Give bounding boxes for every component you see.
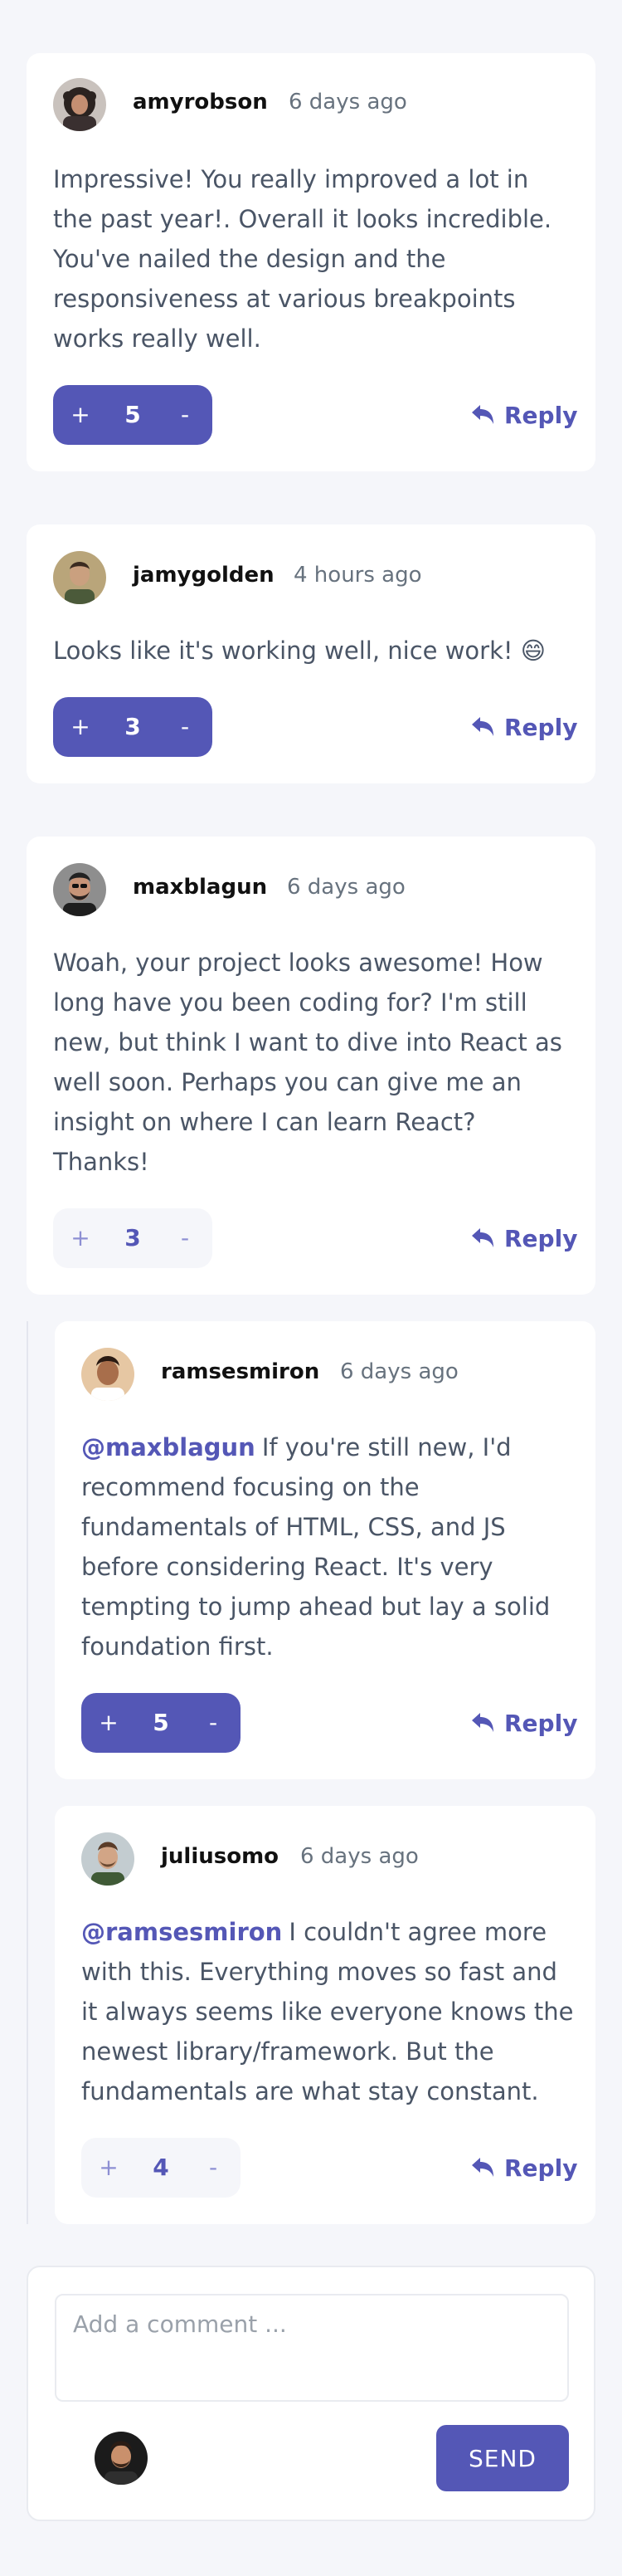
downvote-button[interactable]: - <box>173 697 197 757</box>
avatar-jamygolden <box>53 551 106 604</box>
comment-text: Woah, your project looks awesome! How lo… <box>53 949 562 1176</box>
reply-label: Reply <box>504 1709 578 1737</box>
reply-arrow-icon <box>472 1228 493 1247</box>
comment-input[interactable] <box>55 2294 569 2402</box>
downvote-button[interactable]: - <box>173 1208 197 1268</box>
reply-label: Reply <box>504 713 578 741</box>
avatar-current-user <box>95 2432 148 2485</box>
upvote-button[interactable]: + <box>96 2138 121 2198</box>
avatar-maxblagun <box>53 863 106 916</box>
reply-arrow-icon <box>472 717 493 736</box>
comment-timestamp: 6 days ago <box>300 1844 419 1869</box>
comment-timestamp: 6 days ago <box>287 875 406 900</box>
vote-control: + 4 - <box>81 2138 241 2198</box>
reply-button[interactable]: Reply <box>471 1706 577 1739</box>
comment-timestamp: 6 days ago <box>340 1359 459 1384</box>
avatar-juliusomo <box>81 1832 134 1886</box>
comment-text: @maxblagun If you're still new, I'd recom… <box>81 1427 576 1666</box>
upvote-button[interactable]: + <box>68 697 93 757</box>
comment-username: maxblagun <box>133 875 268 900</box>
reply-card-ramsesmiron: ramsesmiron 6 days ago @maxblagun If you'… <box>55 1321 595 1779</box>
reply-label: Reply <box>504 401 578 429</box>
reply-button[interactable]: Reply <box>471 2151 577 2184</box>
vote-score: 5 <box>124 401 141 428</box>
vote-score: 3 <box>124 1224 141 1251</box>
reply-card-juliusomo: juliusomo 6 days ago @ramsesmiron I could… <box>55 1806 595 2224</box>
reply-button[interactable]: Reply <box>471 1222 577 1255</box>
mention-link[interactable]: @ramsesmiron <box>81 1918 282 1946</box>
upvote-button[interactable]: + <box>68 385 93 445</box>
reply-label: Reply <box>504 1224 578 1252</box>
thread-line <box>27 1321 28 2224</box>
add-comment-form: SEND <box>27 2266 595 2521</box>
comment-card-maxblagun: maxblagun 6 days ago Woah, your project … <box>27 837 595 1295</box>
downvote-button[interactable]: - <box>173 385 197 445</box>
reply-button[interactable]: Reply <box>471 398 577 432</box>
avatar-amyrobson <box>53 78 106 131</box>
send-button[interactable]: SEND <box>436 2425 569 2491</box>
vote-score: 4 <box>153 2154 169 2181</box>
vote-control: + 3 - <box>53 1208 212 1268</box>
comment-timestamp: 4 hours ago <box>294 563 422 588</box>
comment-text: @ramsesmiron I couldn't agree more with t… <box>81 1912 579 2111</box>
reply-arrow-icon <box>472 2158 493 2177</box>
comment-card-amyrobson: amyrobson 6 days ago Impressive! You rea… <box>27 53 595 471</box>
upvote-button[interactable]: + <box>68 1208 93 1268</box>
reply-body: If you're still new, I'd recommend focus… <box>81 1433 551 1661</box>
mention-link[interactable]: @maxblagun <box>81 1433 255 1461</box>
vote-score: 3 <box>124 713 141 740</box>
avatar-ramsesmiron <box>81 1348 134 1401</box>
reply-arrow-icon <box>472 1713 493 1732</box>
comment-timestamp: 6 days ago <box>289 90 407 115</box>
vote-control: + 3 - <box>53 697 212 757</box>
downvote-button[interactable]: - <box>201 1693 226 1753</box>
comment-text: Impressive! You really improved a lot in… <box>53 165 552 353</box>
vote-score: 5 <box>153 1709 169 1736</box>
vote-control: + 5 - <box>53 385 212 445</box>
upvote-button[interactable]: + <box>96 1693 121 1753</box>
comment-username: ramsesmiron <box>161 1359 320 1384</box>
comment-text: Looks like it's working well, nice work!… <box>53 637 546 665</box>
reply-button[interactable]: Reply <box>471 710 577 744</box>
reply-arrow-icon <box>472 405 493 424</box>
downvote-button[interactable]: - <box>201 2138 226 2198</box>
vote-control: + 5 - <box>81 1693 241 1753</box>
comment-card-jamygolden: jamygolden 4 hours ago Looks like it's w… <box>27 524 595 783</box>
comment-username: jamygolden <box>133 563 275 588</box>
comment-username: amyrobson <box>133 90 268 115</box>
comment-username: juliusomo <box>161 1844 279 1869</box>
reply-label: Reply <box>504 2154 578 2182</box>
